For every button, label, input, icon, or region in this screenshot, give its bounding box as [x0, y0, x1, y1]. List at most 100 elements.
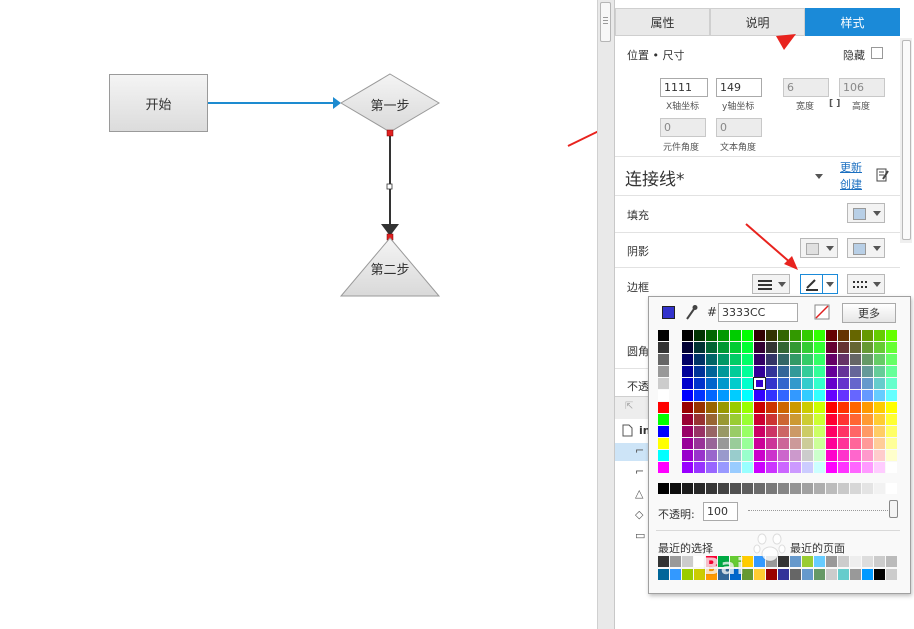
recent-color-swatch[interactable] — [790, 569, 801, 580]
palette-swatch[interactable] — [706, 378, 717, 389]
palette-swatch[interactable] — [790, 462, 801, 473]
palette-swatch[interactable] — [694, 354, 705, 365]
grayscale-swatch[interactable] — [850, 483, 861, 494]
palette-swatch[interactable] — [862, 342, 873, 353]
grayscale-swatch[interactable] — [718, 483, 729, 494]
palette-swatch[interactable] — [826, 342, 837, 353]
palette-swatch[interactable] — [874, 330, 885, 341]
palette-swatch[interactable] — [718, 390, 729, 401]
palette-swatch[interactable] — [862, 390, 873, 401]
recent-color-swatch[interactable] — [658, 556, 669, 567]
fill-color-dropdown[interactable] — [847, 203, 885, 223]
palette-swatch[interactable] — [658, 366, 669, 377]
palette-swatch[interactable] — [790, 450, 801, 461]
palette-swatch[interactable] — [694, 402, 705, 413]
palette-swatch[interactable] — [802, 414, 813, 425]
palette-swatch[interactable] — [694, 342, 705, 353]
palette-swatch[interactable] — [718, 450, 729, 461]
palette-swatch[interactable] — [874, 342, 885, 353]
eyedropper-icon[interactable] — [684, 304, 698, 321]
edit-icon[interactable] — [876, 167, 890, 183]
palette-swatch[interactable] — [826, 414, 837, 425]
grayscale-swatch[interactable] — [874, 483, 885, 494]
tree-row-connector[interactable]: ⌐ — [615, 443, 648, 461]
palette-swatch[interactable] — [778, 330, 789, 341]
palette-swatch[interactable] — [862, 438, 873, 449]
palette-swatch[interactable] — [766, 390, 777, 401]
tab-style[interactable]: 样式 — [805, 8, 900, 36]
palette-swatch[interactable] — [766, 354, 777, 365]
palette-swatch[interactable] — [778, 414, 789, 425]
splitter-scroll-thumb[interactable] — [600, 2, 611, 42]
palette-swatch[interactable] — [706, 462, 717, 473]
palette-swatch[interactable] — [754, 438, 765, 449]
palette-swatch[interactable] — [742, 342, 753, 353]
palette-swatch[interactable] — [886, 390, 897, 401]
palette-swatch[interactable] — [718, 378, 729, 389]
recent-color-swatch[interactable] — [682, 556, 693, 567]
line-style-dropdown[interactable] — [847, 274, 885, 294]
palette-swatch[interactable] — [874, 402, 885, 413]
palette-swatch[interactable] — [730, 450, 741, 461]
element-angle-input[interactable]: 0 — [660, 118, 706, 137]
palette-swatch[interactable] — [814, 366, 825, 377]
palette-swatch[interactable] — [682, 330, 693, 341]
palette-swatch[interactable] — [790, 342, 801, 353]
palette-swatch[interactable] — [766, 450, 777, 461]
palette-swatch[interactable] — [754, 390, 765, 401]
grayscale-swatch[interactable] — [694, 483, 705, 494]
palette-swatch[interactable] — [730, 462, 741, 473]
palette-swatch[interactable] — [742, 366, 753, 377]
palette-swatch[interactable] — [658, 330, 669, 341]
palette-swatch[interactable] — [886, 354, 897, 365]
palette-swatch[interactable] — [754, 354, 765, 365]
palette-swatch[interactable] — [862, 426, 873, 437]
palette-swatch[interactable] — [658, 390, 669, 401]
palette-swatch[interactable] — [742, 390, 753, 401]
palette-swatch[interactable] — [730, 414, 741, 425]
palette-swatch[interactable] — [766, 330, 777, 341]
recent-color-swatch[interactable] — [838, 569, 849, 580]
palette-swatch[interactable] — [886, 402, 897, 413]
palette-swatch[interactable] — [706, 414, 717, 425]
palette-swatch[interactable] — [706, 354, 717, 365]
palette-swatch[interactable] — [862, 366, 873, 377]
palette-swatch[interactable] — [706, 342, 717, 353]
palette-swatch[interactable] — [790, 414, 801, 425]
palette-swatch[interactable] — [706, 450, 717, 461]
palette-swatch[interactable] — [874, 378, 885, 389]
palette-swatch[interactable] — [718, 366, 729, 377]
palette-swatch[interactable] — [790, 366, 801, 377]
palette-swatch[interactable] — [874, 366, 885, 377]
palette-swatch[interactable] — [766, 462, 777, 473]
palette-swatch[interactable] — [886, 462, 897, 473]
palette-swatch[interactable] — [862, 378, 873, 389]
palette-swatch[interactable] — [838, 342, 849, 353]
palette-swatch[interactable] — [742, 414, 753, 425]
palette-swatch[interactable] — [694, 330, 705, 341]
palette-swatch[interactable] — [874, 438, 885, 449]
text-angle-input[interactable]: 0 — [716, 118, 762, 137]
palette-swatch[interactable] — [790, 330, 801, 341]
grayscale-swatch[interactable] — [670, 483, 681, 494]
recent-color-swatch[interactable] — [670, 556, 681, 567]
palette-swatch[interactable] — [814, 354, 825, 365]
x-coordinate-input[interactable]: 1111 — [660, 78, 708, 97]
palette-swatch[interactable] — [730, 342, 741, 353]
palette-swatch[interactable] — [706, 390, 717, 401]
palette-swatch[interactable] — [850, 402, 861, 413]
hidden-checkbox[interactable] — [871, 47, 883, 59]
palette-swatch[interactable] — [814, 438, 825, 449]
palette-swatch[interactable] — [682, 390, 693, 401]
palette-swatch[interactable] — [694, 450, 705, 461]
palette-swatch[interactable] — [850, 330, 861, 341]
palette-swatch[interactable] — [802, 390, 813, 401]
palette-swatch[interactable] — [790, 390, 801, 401]
palette-swatch[interactable] — [862, 462, 873, 473]
palette-swatch[interactable] — [790, 402, 801, 413]
recent-color-swatch[interactable] — [826, 569, 837, 580]
palette-swatch[interactable] — [682, 438, 693, 449]
palette-swatch[interactable] — [766, 342, 777, 353]
grayscale-swatch[interactable] — [886, 483, 897, 494]
grayscale-swatch[interactable] — [658, 483, 669, 494]
